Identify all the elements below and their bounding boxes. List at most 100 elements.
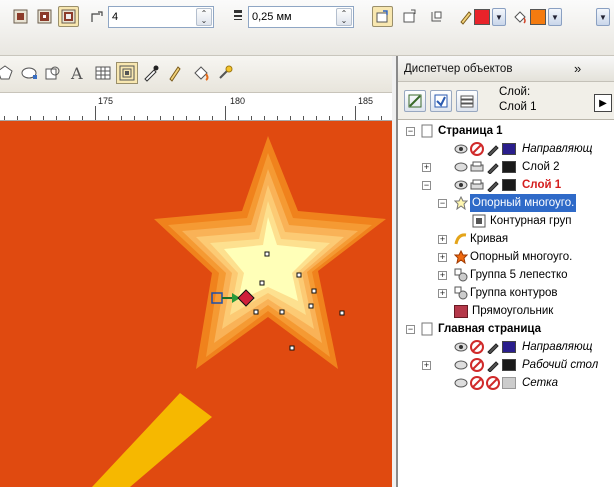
page-icon <box>421 124 433 138</box>
expand-icon[interactable]: + <box>438 253 447 262</box>
ruler-tick <box>108 116 109 120</box>
tree-guides-layer[interactable]: Направляющ <box>398 140 614 158</box>
docker-more-button[interactable]: » <box>574 61 581 76</box>
tree-polygon-selected[interactable]: − Опорный многоуго. <box>398 194 614 212</box>
ruler-tick <box>264 116 265 120</box>
eye-icon[interactable] <box>454 178 468 192</box>
tree-layer1[interactable]: − Слой 1 <box>398 176 614 194</box>
tree-contour-group[interactable]: Контурная груп <box>398 212 614 230</box>
polygon-tool-icon[interactable] <box>0 62 16 84</box>
corner-value: 4 <box>112 11 119 23</box>
ruler-tick <box>355 106 356 120</box>
ruler-tick <box>277 116 278 120</box>
interactive-fill-tool-icon[interactable] <box>214 62 236 84</box>
outline-pen-tool-icon[interactable] <box>164 62 186 84</box>
fill-color-swatch[interactable] <box>530 9 546 25</box>
tree-label: Сетка <box>522 377 558 389</box>
ruler-tick <box>225 106 226 120</box>
collapse-icon[interactable]: − <box>406 325 415 334</box>
tree-group-petals[interactable]: + Группа 5 лепестко <box>398 266 614 284</box>
ruler-tick <box>212 116 213 120</box>
outline-color-dropdown[interactable]: ▼ <box>492 8 506 26</box>
smart-fill-tool-icon[interactable] <box>42 62 64 84</box>
fill-color-dropdown[interactable]: ▼ <box>548 8 562 26</box>
ruler-tick <box>186 116 187 120</box>
table-tool-icon[interactable] <box>92 62 114 84</box>
tree-label: Опорный многоуго. <box>470 251 573 263</box>
pencil-icon[interactable] <box>486 340 500 354</box>
no-edit-icon[interactable] <box>486 376 500 390</box>
printer-icon[interactable] <box>470 178 484 192</box>
convert-icon[interactable] <box>426 6 447 27</box>
pencil-icon[interactable] <box>486 160 500 174</box>
tree-grid[interactable]: Сетка <box>398 374 614 392</box>
eye-icon[interactable] <box>454 340 468 354</box>
ruler-tick <box>134 116 135 120</box>
eye-icon[interactable] <box>454 160 468 174</box>
collapse-icon[interactable]: − <box>422 181 431 190</box>
corner-spin-button[interactable]: ⌃ ⌄ <box>196 8 212 26</box>
pen-icon <box>458 9 472 28</box>
tree-master-guides[interactable]: Направляющ <box>398 338 614 356</box>
frame-large-icon[interactable] <box>58 6 79 27</box>
pencil-icon[interactable] <box>486 178 500 192</box>
pencil-icon[interactable] <box>486 358 500 372</box>
outline-spin-button[interactable]: ⌃ ⌄ <box>336 8 352 26</box>
horizontal-ruler[interactable]: 175 180 185 <box>0 93 392 121</box>
no-print-icon[interactable] <box>470 142 484 156</box>
svg-text:A: A <box>70 64 83 83</box>
eye-icon[interactable] <box>454 142 468 156</box>
drawing-canvas[interactable] <box>0 121 392 487</box>
edit-across-layers-icon[interactable] <box>430 90 452 112</box>
expand-icon[interactable]: + <box>438 235 447 244</box>
tree-desktop[interactable]: + Рабочий стол <box>398 356 614 374</box>
docker-title: Диспетчер объектов <box>404 63 513 75</box>
to-front-icon[interactable] <box>372 6 393 27</box>
tree-label: Контурная груп <box>490 215 572 227</box>
tree-polygon[interactable]: + Опорный многоуго. <box>398 248 614 266</box>
expand-icon[interactable]: + <box>438 271 447 280</box>
show-properties-icon[interactable] <box>404 90 426 112</box>
extra-dropdown[interactable]: ▼ <box>596 8 610 26</box>
to-back-icon[interactable] <box>399 6 420 27</box>
text-tool-icon[interactable]: A <box>66 62 88 84</box>
expand-icon[interactable]: + <box>438 289 447 298</box>
ruler-tick <box>43 116 44 120</box>
outline-color-swatch[interactable] <box>474 9 490 25</box>
collapse-icon[interactable]: − <box>406 127 415 136</box>
frame-small-icon[interactable] <box>10 6 31 27</box>
expand-icon[interactable]: + <box>422 361 431 370</box>
yellow-bar-shape[interactable] <box>92 393 212 487</box>
printer-icon[interactable] <box>470 160 484 174</box>
layer-color-swatch <box>502 341 516 353</box>
tree-layer2[interactable]: + Слой 2 <box>398 158 614 176</box>
pencil-icon[interactable] <box>486 142 500 156</box>
eyedropper-tool-icon[interactable] <box>140 62 162 84</box>
eye-icon[interactable] <box>454 358 468 372</box>
outline-width-spinbox[interactable]: 0,25 мм ⌃ ⌄ <box>248 6 354 28</box>
rectangle-icon <box>454 305 468 318</box>
tree-rectangle[interactable]: Прямоугольник <box>398 302 614 320</box>
ellipse-tool-icon[interactable] <box>18 62 40 84</box>
tree-group-contours[interactable]: + Группа контуров <box>398 284 614 302</box>
ruler-tick <box>160 116 161 120</box>
layer-manager-icon[interactable] <box>456 90 478 112</box>
collapse-icon[interactable]: − <box>438 199 447 208</box>
no-print-icon[interactable] <box>470 340 484 354</box>
eye-icon[interactable] <box>454 376 468 390</box>
tree-page1[interactable]: − Страница 1 <box>398 122 614 140</box>
ruler-tick <box>316 116 317 120</box>
no-print-icon[interactable] <box>470 376 484 390</box>
no-print-icon[interactable] <box>470 358 484 372</box>
tree-curve[interactable]: + Кривая <box>398 230 614 248</box>
fill-tool-icon[interactable] <box>190 62 212 84</box>
ruler-tick <box>251 116 252 120</box>
tree-master-page[interactable]: − Главная страница <box>398 320 614 338</box>
expand-icon[interactable]: + <box>422 163 431 172</box>
corner-spinbox[interactable]: 4 ⌃ ⌄ <box>108 6 214 28</box>
docker-menu-arrow[interactable]: ▶ <box>594 94 612 112</box>
contour-tool-icon[interactable] <box>116 62 138 84</box>
contour-star[interactable] <box>154 136 386 369</box>
tree-label: Главная страница <box>438 323 542 335</box>
frame-medium-icon[interactable] <box>34 6 55 27</box>
